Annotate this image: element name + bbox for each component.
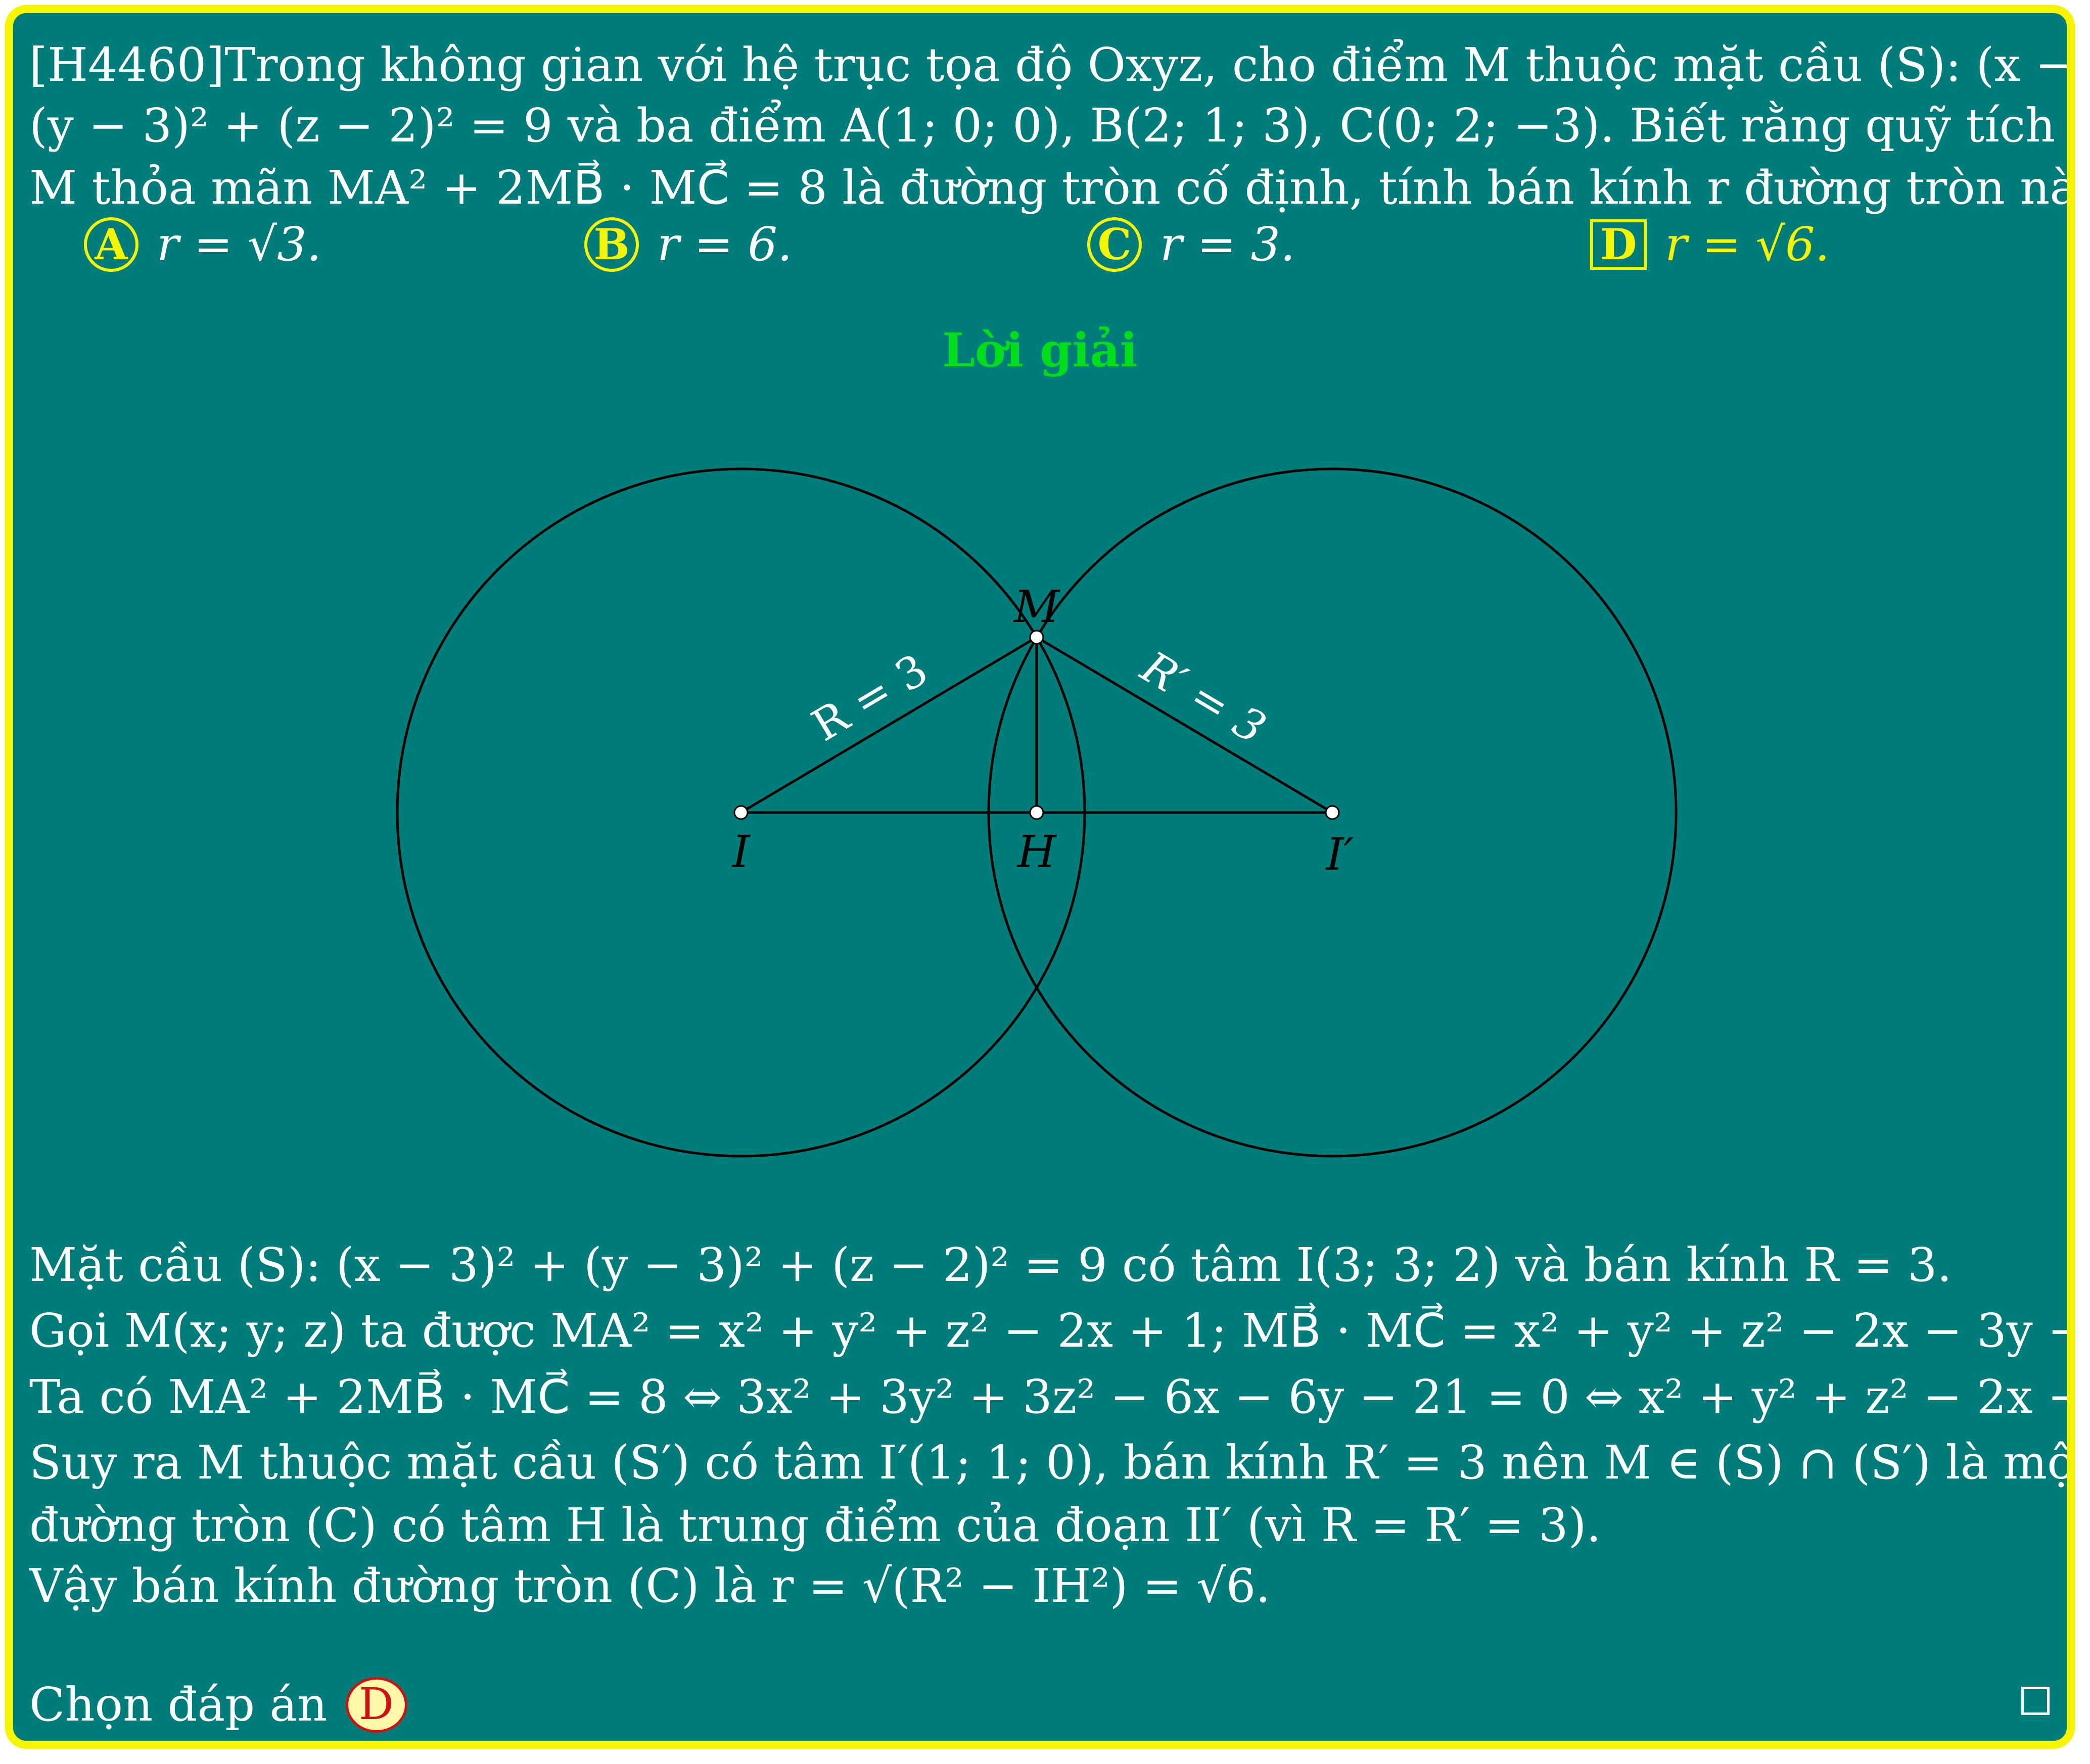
point-h xyxy=(1029,805,1044,820)
label-i: I xyxy=(731,826,751,878)
solution-line-6: Vậy bán kính đường tròn (C) là r = √(R² … xyxy=(29,1559,1271,1613)
choose-answer: Chọn đáp án D xyxy=(29,1673,407,1736)
label-h: H xyxy=(1016,826,1057,878)
problem-card: [H4460]Trong không gian với hệ trục tọa … xyxy=(5,5,2075,1749)
choose-answer-label: Chọn đáp án xyxy=(29,1678,328,1732)
solution-line-1: Mặt cầu (S): (x − 3)² + (y − 3)² + (z − … xyxy=(29,1238,1952,1292)
label-m: M xyxy=(1013,581,1060,633)
point-i-prime xyxy=(1325,805,1340,820)
qed-square-icon xyxy=(2021,1687,2050,1715)
solution-line-4: Suy ra M thuộc mặt cầu (S′) có tâm I′(1;… xyxy=(29,1436,2075,1490)
solution-line-3: Ta có MA² + 2MB⃗ · MC⃗ = 8 ⇔ 3x² + 3y² +… xyxy=(29,1370,2067,1424)
solution-line-2: Gọi M(x; y; z) ta được MA² = x² + y² + z… xyxy=(29,1304,2075,1358)
solution-line-5: đường tròn (C) có tâm H là trung điểm củ… xyxy=(29,1498,1601,1552)
final-answer-badge: D xyxy=(345,1677,407,1733)
point-i xyxy=(733,805,749,820)
label-i-prime: I′ xyxy=(1325,828,1354,880)
